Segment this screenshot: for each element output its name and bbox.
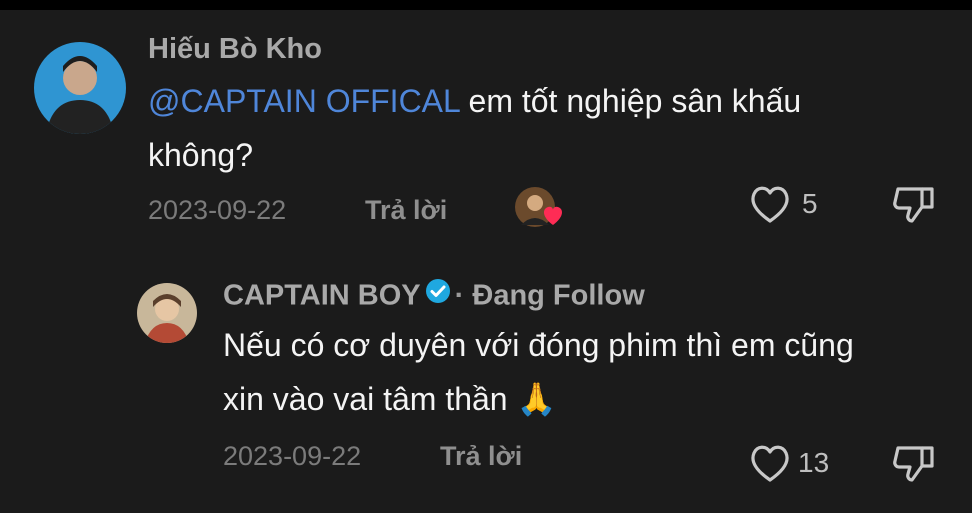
like-count: 5 [802,188,818,219]
comment-text: @CAPTAIN OFFICAL em tốt nghiệp sân khấu … [148,74,801,182]
comment-text-line1: em tốt nghiệp sân khấu [459,83,802,119]
reply-author-name[interactable]: CAPTAIN BOY [223,280,421,312]
commenter-avatar[interactable] [34,42,126,134]
comment-date: 2023-09-22 [148,195,287,225]
reply-text-line1: Nếu có cơ duyên với đóng phim thì em cũn… [223,327,854,363]
reply-author-header: CAPTAIN BOY · Đang Follow [223,278,645,316]
reply-text: Nếu có cơ duyên với đóng phim thì em cũn… [223,318,854,426]
reply-to-reply-button[interactable]: Trả lời [440,441,522,472]
follow-status[interactable]: Đang Follow [472,280,644,312]
comment-text-line2: không? [148,137,253,173]
reply-date: 2023-09-22 [223,441,362,471]
top-edge-bar [0,0,972,10]
reply-like-count: 13 [798,447,830,478]
reply-text-line2: xin vào vai tâm thần 🙏 [223,381,557,417]
creator-liked-icon [513,185,569,236]
dislike-icon[interactable] [892,185,938,230]
commenter-name[interactable]: Hiếu Bò Kho [148,33,322,66]
follow-separator: · [454,279,465,312]
reply-button[interactable]: Trả lời [365,195,447,226]
reply-dislike-icon[interactable] [892,444,938,489]
reply-like-heart-icon[interactable] [748,442,792,489]
like-heart-icon[interactable] [748,183,792,230]
reply-author-avatar[interactable] [137,283,197,343]
verified-badge-icon [425,278,451,312]
mention-link[interactable]: @CAPTAIN OFFICAL [148,83,460,119]
